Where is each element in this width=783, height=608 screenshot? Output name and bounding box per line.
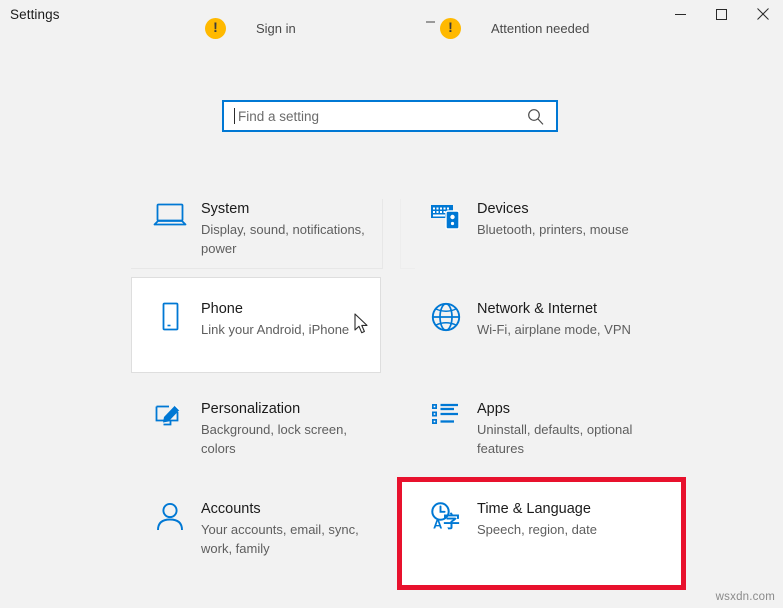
text-caret [234, 108, 235, 124]
tile-title: Personalization [201, 401, 301, 417]
tile-subtitle: Display, sound, notifications, power [201, 222, 365, 256]
settings-tile-personalization[interactable]: Personalization Background, lock screen,… [131, 377, 381, 473]
minimize-button[interactable] [660, 0, 701, 28]
tile-title: Time & Language [477, 501, 591, 517]
settings-tile-grid: System Display, sound, notifications, po… [131, 177, 687, 573]
tile-title: Devices [477, 201, 529, 217]
tile-subtitle: Link your Android, iPhone [201, 322, 350, 337]
tile-text: Time & Language Speech, region, date [477, 499, 597, 539]
devices-keyboard-icon [425, 199, 467, 231]
search-box[interactable]: Find a setting [222, 100, 558, 132]
tile-title: Accounts [201, 501, 261, 517]
system-monitor-icon [149, 199, 191, 231]
settings-tile-time-language[interactable]: A 字 Time & Language Speech, region, date [407, 477, 657, 573]
settings-tile-accounts[interactable]: Accounts Your accounts, email, sync, wor… [131, 477, 381, 573]
search-input[interactable]: Find a setting [238, 109, 527, 124]
tile-title: Network & Internet [477, 301, 598, 317]
tile-text: Accounts Your accounts, email, sync, wor… [201, 499, 374, 558]
tile-subtitle: Background, lock screen, colors [201, 422, 347, 456]
personalization-brush-icon [149, 399, 191, 431]
search-icon[interactable] [527, 108, 544, 125]
settings-tile-system[interactable]: System Display, sound, notifications, po… [131, 177, 381, 273]
tile-text: Personalization Background, lock screen,… [201, 399, 374, 458]
title-bar: Settings [0, 0, 783, 28]
account-person-icon [149, 499, 191, 533]
apps-list-icon [425, 399, 467, 431]
svg-text:A: A [433, 517, 443, 532]
watermark: wsxdn.com [715, 591, 775, 603]
window-title: Settings [10, 6, 60, 22]
tile-title: Apps [477, 401, 511, 417]
tile-subtitle: Bluetooth, printers, mouse [477, 222, 629, 237]
tile-text: Phone Link your Android, iPhone [201, 299, 349, 339]
tile-title: Phone [201, 301, 243, 317]
settings-tile-phone[interactable]: Phone Link your Android, iPhone [131, 277, 381, 373]
globe-icon [425, 299, 467, 333]
close-button[interactable] [742, 0, 783, 28]
settings-tile-apps[interactable]: Apps Uninstall, defaults, optional featu… [407, 377, 657, 473]
tile-subtitle: Uninstall, defaults, optional features [477, 422, 633, 456]
tile-subtitle: Speech, region, date [477, 522, 597, 537]
tile-text: Network & Internet Wi-Fi, airplane mode,… [477, 299, 631, 339]
time-language-icon: A 字 [425, 499, 467, 533]
maximize-button[interactable] [701, 0, 742, 28]
settings-tile-network[interactable]: Network & Internet Wi-Fi, airplane mode,… [407, 277, 657, 373]
tile-text: System Display, sound, notifications, po… [201, 199, 374, 258]
phone-icon [149, 299, 191, 333]
tile-text: Apps Uninstall, defaults, optional featu… [477, 399, 650, 458]
tile-subtitle: Wi-Fi, airplane mode, VPN [477, 322, 631, 337]
window-controls [660, 0, 783, 28]
tile-text: Devices Bluetooth, printers, mouse [477, 199, 629, 239]
svg-text:字: 字 [443, 512, 460, 533]
settings-tile-devices[interactable]: Devices Bluetooth, printers, mouse [407, 177, 657, 273]
tile-title: System [201, 201, 250, 217]
tile-subtitle: Your accounts, email, sync, work, family [201, 522, 359, 556]
